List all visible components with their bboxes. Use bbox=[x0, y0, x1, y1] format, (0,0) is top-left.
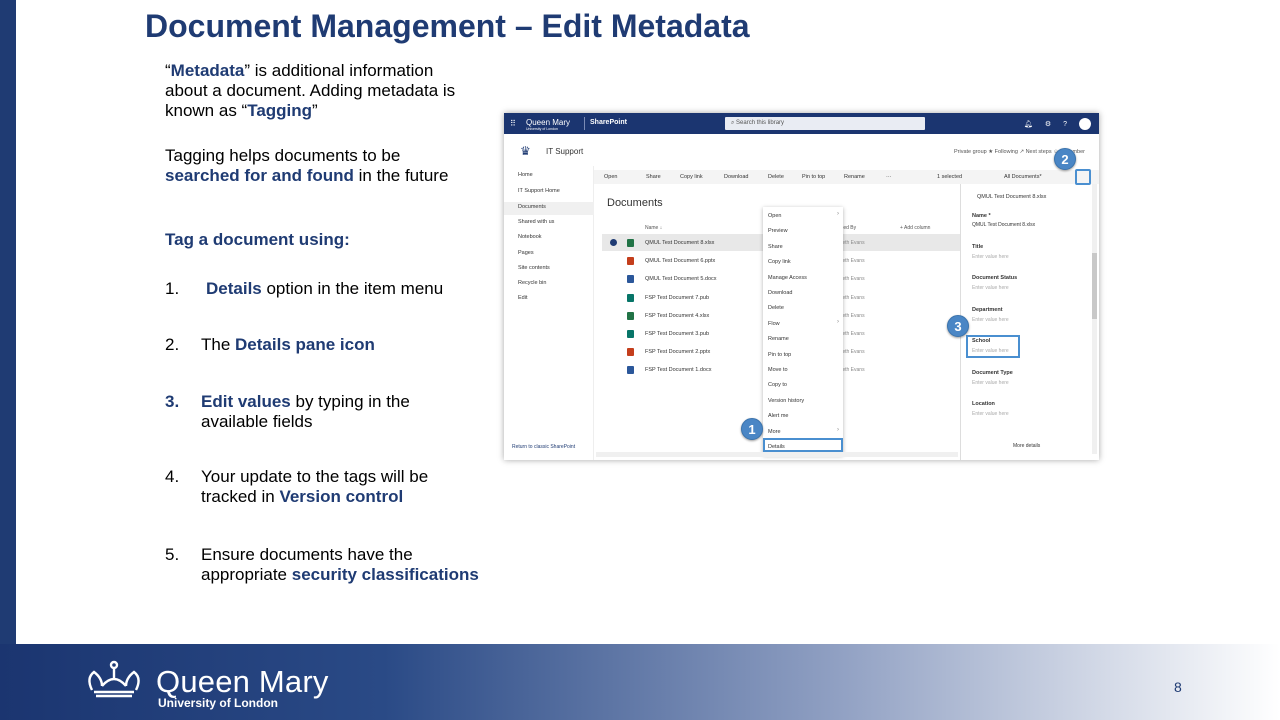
col-name: Name ↓ bbox=[645, 225, 663, 231]
context-menu-item[interactable]: Copy to bbox=[768, 382, 787, 388]
pane-field-input[interactable]: Enter value here bbox=[972, 254, 1009, 260]
item-context-menu: Open › Preview Share Copy link Manage Access D… bbox=[763, 207, 843, 455]
file-type-icon bbox=[627, 348, 634, 357]
queen-mary-crown-icon bbox=[88, 660, 140, 698]
chevron-right-icon: › bbox=[837, 211, 839, 217]
site-name: IT Support bbox=[546, 147, 584, 156]
context-menu-item[interactable]: Pin to top bbox=[768, 352, 791, 358]
context-menu-item[interactable]: Preview bbox=[768, 228, 788, 234]
context-menu-item[interactable]: Move to bbox=[768, 367, 788, 373]
context-menu-item[interactable]: Delete bbox=[768, 305, 784, 311]
file-type-icon bbox=[627, 311, 634, 320]
pane-field-label: Document Type bbox=[972, 369, 1013, 376]
file-type-icon bbox=[627, 239, 634, 247]
context-menu-item[interactable]: Flow bbox=[768, 321, 780, 327]
left-nav: Home IT Support Home Documents Shared wi… bbox=[504, 166, 594, 460]
context-menu-item[interactable]: Alert me bbox=[768, 413, 788, 419]
context-menu-item[interactable]: Manage Access bbox=[768, 275, 807, 281]
pane-field-label: Department bbox=[972, 306, 1003, 313]
nav-item: IT Support Home bbox=[518, 188, 560, 194]
site-header: ♛ IT Support Private group ★ Following ↗… bbox=[504, 134, 1099, 166]
file-name: QMUL Test Document 5.docx bbox=[645, 276, 717, 283]
footer-brand: Queen Mary bbox=[156, 664, 329, 699]
file-type-icon bbox=[627, 275, 634, 284]
pane-field-input[interactable]: Enter value here bbox=[972, 285, 1009, 291]
suite-brand: Queen Mary University of London bbox=[526, 118, 571, 131]
file-name: FSP Test Document 7.pub bbox=[645, 294, 709, 301]
file-name: QMUL Test Document 8.xlsx bbox=[645, 240, 715, 246]
page-number: 8 bbox=[1174, 679, 1182, 695]
context-menu-item[interactable]: Rename bbox=[768, 336, 789, 342]
left-accent-bar bbox=[0, 0, 16, 644]
tag-heading: Tag a document using: bbox=[165, 230, 350, 249]
chevron-right-icon: › bbox=[837, 426, 839, 433]
nav-item: Notebook bbox=[518, 234, 542, 240]
nav-item: Recycle bin bbox=[518, 280, 547, 286]
file-name: FSP Test Document 4.xlsx bbox=[645, 312, 710, 319]
file-type-icon bbox=[627, 330, 634, 338]
file-name: QMUL Test Document 6.pptx bbox=[645, 258, 716, 265]
selected-count: 1 selected bbox=[937, 174, 963, 180]
pane-doc-title: QMUL Test Document 8.xlsx bbox=[977, 194, 1047, 200]
pane-field-label: Title bbox=[972, 244, 984, 250]
callout-badge-1: 1 bbox=[741, 418, 763, 440]
pane-field-label: Location bbox=[972, 401, 995, 407]
pane-field-input[interactable]: Enter value here bbox=[972, 317, 1009, 323]
file-name: FSP Test Document 3.pub bbox=[645, 331, 709, 337]
context-menu-item[interactable]: Version history bbox=[768, 398, 804, 404]
avatar bbox=[1079, 118, 1091, 130]
add-column: + Add column bbox=[900, 225, 931, 231]
nav-item: Home bbox=[518, 172, 533, 178]
file-name: FSP Test Document 2.pptx bbox=[645, 349, 711, 356]
tagging-paragraph: Tagging helps documents to be searched f… bbox=[165, 146, 449, 185]
nav-item: Shared with us bbox=[518, 219, 555, 225]
nav-item: Edit bbox=[518, 295, 528, 301]
file-type-icon bbox=[627, 293, 634, 302]
details-pane: QMUL Test Document 8.xlsx Name * QMUL Te… bbox=[960, 184, 1099, 460]
pane-field-input[interactable]: Enter value here bbox=[972, 411, 1009, 417]
intro-paragraph: “Metadata” is additional information abo… bbox=[165, 61, 456, 120]
context-menu-item[interactable]: Copy link bbox=[768, 259, 791, 265]
sharepoint-screenshot: ⠿ Queen Mary University of London SharePo… bbox=[504, 113, 1099, 460]
context-menu-item[interactable]: Download bbox=[768, 290, 792, 296]
context-menu-item[interactable]: More bbox=[768, 429, 781, 435]
slide-title: Document Management – Edit Metadata bbox=[145, 8, 750, 44]
more-details-link: More details bbox=[1013, 443, 1041, 449]
app-launcher-icon: ⠿ bbox=[510, 119, 516, 128]
site-logo-icon: ♛ bbox=[520, 144, 531, 158]
callout-badge-2: 2 bbox=[1054, 148, 1076, 170]
help-icon: ? bbox=[1063, 120, 1067, 128]
school-field-highlight bbox=[966, 335, 1020, 358]
file-type-icon bbox=[627, 257, 634, 266]
classic-link: Return to classic SharePoint bbox=[512, 444, 576, 450]
pane-field-input[interactable]: Enter value here bbox=[972, 380, 1009, 386]
metadata-term: Metadata bbox=[170, 61, 245, 80]
selected-check-icon bbox=[610, 239, 617, 246]
view-selector: All Documents* bbox=[1004, 174, 1042, 180]
search-box: ⌕ Search this library bbox=[725, 117, 925, 130]
gear-icon: ⚙ bbox=[1044, 121, 1052, 128]
file-name: FSP Test Document 1.docx bbox=[645, 367, 712, 374]
bell-icon: 🔔︎ bbox=[1023, 121, 1033, 128]
context-menu-item[interactable]: Open bbox=[768, 213, 781, 219]
suite-bar: ⠿ Queen Mary University of London SharePo… bbox=[504, 113, 1099, 134]
chevron-right-icon: › bbox=[837, 318, 839, 325]
callout-badge-3: 3 bbox=[947, 315, 969, 337]
app-name: SharePoint bbox=[590, 119, 627, 126]
library-title: Documents bbox=[607, 197, 663, 209]
nav-item: Site contents bbox=[518, 265, 550, 271]
nav-item: Pages bbox=[518, 250, 534, 256]
nav-item: Documents bbox=[518, 204, 546, 210]
details-pane-icon-highlight bbox=[1075, 169, 1091, 185]
pane-field-label: Document Status bbox=[972, 275, 1018, 282]
details-highlight bbox=[763, 438, 843, 452]
context-menu-item[interactable]: Share bbox=[768, 244, 783, 250]
footer-brand-sub: University of London bbox=[158, 696, 278, 710]
tagging-term: Tagging bbox=[247, 101, 313, 120]
file-type-icon bbox=[627, 366, 634, 375]
command-bar: Open Share Copy link Download Delete Pin… bbox=[594, 170, 1099, 184]
